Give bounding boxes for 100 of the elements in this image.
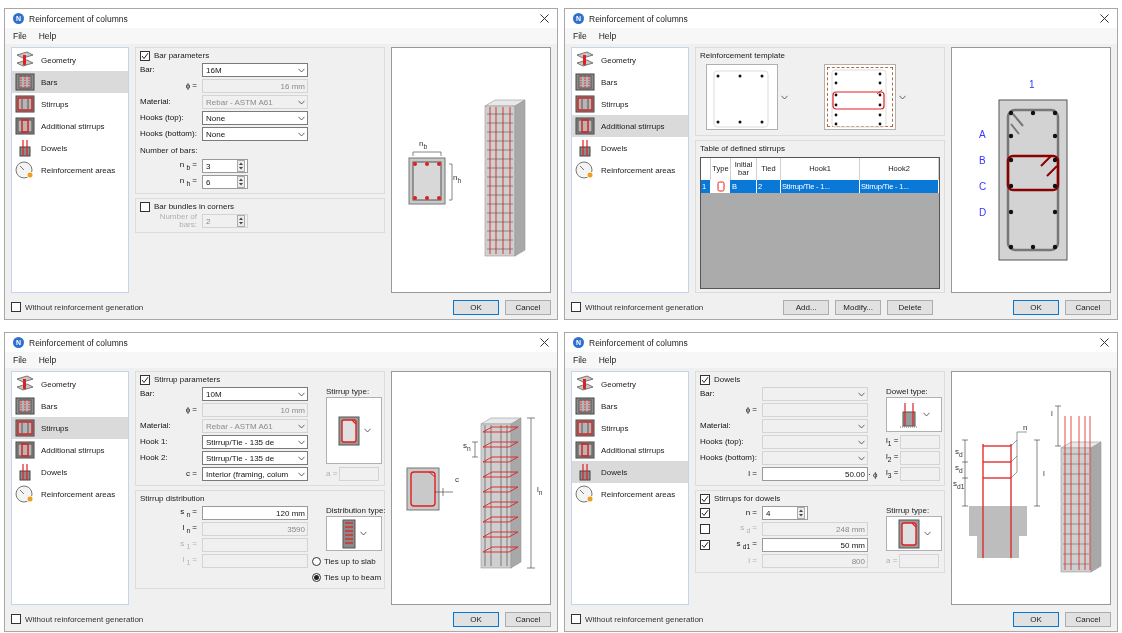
sidebar-item[interactable]: Stirrups: [572, 417, 688, 439]
menu-item[interactable]: File: [13, 355, 27, 365]
caret-icon: [298, 439, 305, 445]
cancel-button[interactable]: Cancel: [505, 299, 551, 315]
checkbox[interactable]: [11, 614, 21, 624]
field-label: ϕ =: [745, 406, 757, 414]
dropdown[interactable]: None: [202, 127, 308, 141]
sidebar-item[interactable]: Reinforcement areas: [572, 159, 688, 181]
checkbox[interactable]: [700, 508, 710, 518]
action-button[interactable]: Add...: [783, 299, 830, 315]
ok-button[interactable]: OK: [453, 611, 499, 627]
checkbox[interactable]: [11, 302, 21, 312]
caret-icon: [922, 412, 930, 417]
caret-icon: [298, 455, 305, 461]
checkbox[interactable]: [140, 50, 150, 61]
close-icon[interactable]: [1100, 338, 1109, 347]
sidebar-item[interactable]: Reinforcement areas: [12, 159, 128, 181]
sidebar-item[interactable]: Geometry: [12, 373, 128, 395]
checkbox[interactable]: [140, 374, 150, 385]
cancel-button[interactable]: Cancel: [1065, 299, 1111, 315]
ok-button[interactable]: OK: [1013, 299, 1059, 315]
field-label: l$_{2}$ =: [886, 452, 899, 464]
sidebar-item[interactable]: Dowels: [12, 461, 128, 483]
dropdown[interactable]: None: [202, 111, 308, 125]
type-picker[interactable]: [886, 516, 942, 551]
ok-button[interactable]: OK: [453, 299, 499, 315]
dropdown[interactable]: Interior (framing, colum: [202, 467, 308, 481]
type-picker[interactable]: [886, 397, 942, 432]
sidebar-item[interactable]: Additional stirrups: [12, 439, 128, 461]
spin-field[interactable]: 4: [762, 506, 808, 520]
sidebar-item[interactable]: Dowels: [572, 137, 688, 159]
picker-label: Distribution type:: [326, 506, 386, 515]
spin-arrows-icon[interactable]: [237, 176, 245, 188]
sidebar-item[interactable]: Reinforcement areas: [12, 483, 128, 505]
bars-icon: [15, 397, 35, 415]
input-field[interactable]: 120 mm: [202, 506, 308, 520]
sidebar-item[interactable]: Additional stirrups: [12, 115, 128, 137]
spin-field[interactable]: 6: [202, 175, 248, 189]
checkbox[interactable]: [571, 302, 581, 312]
sidebar-item[interactable]: Stirrups: [12, 93, 128, 115]
action-button[interactable]: Modify...: [835, 299, 882, 315]
menu-item[interactable]: Help: [598, 355, 617, 365]
input-field[interactable]: 50 mm: [762, 538, 868, 552]
dropdown[interactable]: 16M: [202, 63, 308, 77]
input-field[interactable]: 50.00: [762, 467, 868, 481]
close-icon[interactable]: [1100, 14, 1109, 23]
menu-item[interactable]: Help: [38, 355, 57, 365]
radio-button[interactable]: Ties up to beam: [308, 572, 382, 582]
type-picker[interactable]: [326, 516, 382, 551]
menu-item[interactable]: Help: [598, 31, 617, 41]
ok-button[interactable]: OK: [1013, 611, 1059, 627]
type-picker[interactable]: [326, 397, 382, 464]
diagram-label: l: [1043, 470, 1045, 478]
sidebar-item[interactable]: Geometry: [12, 49, 128, 71]
checkbox[interactable]: [700, 493, 710, 504]
sidebar-item[interactable]: Bars: [12, 395, 128, 417]
sidebar-item[interactable]: Bars: [572, 395, 688, 417]
menu-item[interactable]: File: [573, 31, 587, 41]
sidebar-item[interactable]: Reinforcement areas: [572, 483, 688, 505]
window-title: Reinforcement of columns: [29, 337, 129, 348]
dropdown[interactable]: 10M: [202, 387, 308, 401]
field-label: Bar:: [140, 390, 155, 398]
template-option[interactable]: [824, 64, 896, 130]
sidebar-item[interactable]: Additional stirrups: [572, 439, 688, 461]
field-label: l$_{1}$ =: [886, 436, 899, 448]
stirrup-icon: [716, 181, 725, 192]
caret-icon: [363, 428, 371, 433]
menu-item[interactable]: File: [13, 31, 27, 41]
dropdown[interactable]: Stirrup/Tie - 135 de: [202, 435, 308, 449]
field-label: Hooks (top):: [140, 114, 184, 122]
cancel-button[interactable]: Cancel: [1065, 611, 1111, 627]
sidebar-item[interactable]: Bars: [12, 71, 128, 93]
checkbox[interactable]: [571, 614, 581, 624]
checkbox[interactable]: [700, 374, 710, 385]
sidebar-item[interactable]: Dowels: [572, 461, 688, 483]
checkbox[interactable]: [140, 201, 150, 212]
spin-arrows-icon[interactable]: [237, 160, 245, 172]
spin-arrows-icon[interactable]: [797, 507, 805, 519]
checkbox[interactable]: [700, 540, 710, 550]
menu-item[interactable]: File: [573, 355, 587, 365]
sidebar-item[interactable]: Dowels: [12, 137, 128, 159]
close-icon[interactable]: [540, 338, 549, 347]
stirrup-layout-drawing: [828, 68, 890, 128]
menu-item[interactable]: Help: [38, 31, 57, 41]
field-label: Bar:: [700, 390, 715, 398]
caret-icon: [858, 391, 865, 397]
sidebar-item[interactable]: Stirrups: [572, 93, 688, 115]
action-button[interactable]: Delete: [887, 299, 934, 315]
group-title: Stirrup parameters: [154, 375, 221, 384]
sidebar-item[interactable]: Geometry: [572, 49, 688, 71]
sidebar-item[interactable]: Stirrups: [12, 417, 128, 439]
cancel-button[interactable]: Cancel: [505, 611, 551, 627]
spin-field[interactable]: 3: [202, 159, 248, 173]
sidebar-item[interactable]: Geometry: [572, 373, 688, 395]
diagram-label: c: [455, 476, 459, 484]
dropdown[interactable]: Stirrup/Tie - 135 de: [202, 451, 308, 465]
sidebar-item[interactable]: Additional stirrups: [572, 115, 688, 137]
diagram-label: 1: [1029, 80, 1035, 90]
sidebar-item[interactable]: Bars: [572, 71, 688, 93]
close-icon[interactable]: [540, 14, 549, 23]
